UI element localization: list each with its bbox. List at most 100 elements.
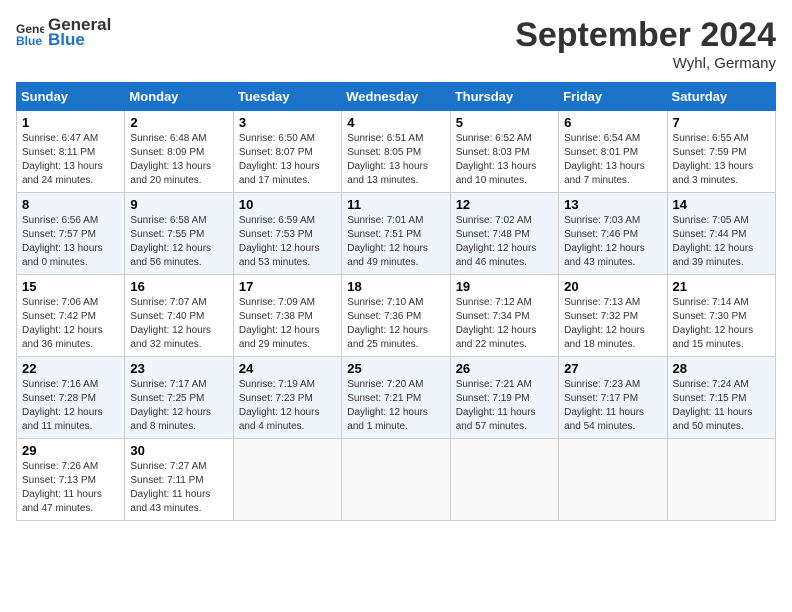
day-detail: Sunrise: 6:52 AMSunset: 8:03 PMDaylight:… (456, 133, 537, 186)
calendar-day-cell: 15 Sunrise: 7:06 AMSunset: 7:42 PMDayligh… (17, 275, 125, 357)
day-number: 16 (130, 279, 227, 294)
day-number: 7 (673, 115, 770, 130)
col-sunday: Sunday (17, 83, 125, 111)
day-detail: Sunrise: 7:10 AMSunset: 7:36 PMDaylight:… (347, 297, 428, 350)
day-number: 4 (347, 115, 444, 130)
calendar-day-cell: 14Sunrise: 7:05 AMSunset: 7:44 PMDayligh… (667, 193, 775, 275)
day-detail: Sunrise: 7:16 AMSunset: 7:28 PMDaylight:… (22, 379, 103, 432)
calendar-day-cell: 29Sunrise: 7:26 AMSunset: 7:13 PMDayligh… (17, 439, 125, 521)
day-number: 1 (22, 115, 119, 130)
calendar-week-row: 29Sunrise: 7:26 AMSunset: 7:13 PMDayligh… (17, 439, 776, 521)
calendar-day-cell: 4 Sunrise: 6:51 AMSunset: 8:05 PMDaylight… (342, 111, 450, 193)
calendar-day-cell: 11 Sunrise: 7:01 AMSunset: 7:51 PMDayligh… (342, 193, 450, 275)
calendar-day-cell: 30 Sunrise: 7:27 AMSunset: 7:11 PMDayligh… (125, 439, 233, 521)
svg-text:Blue: Blue (16, 34, 42, 47)
calendar-day-cell: 28Sunrise: 7:24 AMSunset: 7:15 PMDayligh… (667, 357, 775, 439)
day-number: 15 (22, 279, 119, 294)
calendar-week-row: 1Sunrise: 6:47 AMSunset: 8:11 PMDaylight… (17, 111, 776, 193)
calendar-week-row: 8 Sunrise: 6:56 AMSunset: 7:57 PMDaylight… (17, 193, 776, 275)
day-number: 17 (239, 279, 336, 294)
day-number: 19 (456, 279, 553, 294)
day-detail: Sunrise: 7:19 AMSunset: 7:23 PMDaylight:… (239, 379, 320, 432)
day-detail: Sunrise: 7:13 AMSunset: 7:32 PMDaylight:… (564, 297, 645, 350)
day-detail: Sunrise: 7:07 AMSunset: 7:40 PMDaylight:… (130, 297, 211, 350)
calendar-day-cell (450, 439, 558, 521)
calendar-week-row: 22 Sunrise: 7:16 AMSunset: 7:28 PMDayligh… (17, 357, 776, 439)
day-detail: Sunrise: 6:48 AMSunset: 8:09 PMDaylight:… (130, 133, 211, 186)
col-saturday: Saturday (667, 83, 775, 111)
day-detail: Sunrise: 6:56 AMSunset: 7:57 PMDaylight:… (22, 215, 103, 268)
month-title: September 2024 (515, 16, 776, 55)
day-detail: Sunrise: 7:14 AMSunset: 7:30 PMDaylight:… (673, 297, 754, 350)
day-detail: Sunrise: 7:06 AMSunset: 7:42 PMDaylight:… (22, 297, 103, 350)
day-detail: Sunrise: 6:51 AMSunset: 8:05 PMDaylight:… (347, 133, 428, 186)
col-wednesday: Wednesday (342, 83, 450, 111)
calendar-day-cell (342, 439, 450, 521)
calendar-day-cell: 26 Sunrise: 7:21 AMSunset: 7:19 PMDayligh… (450, 357, 558, 439)
day-number: 18 (347, 279, 444, 294)
calendar-day-cell: 16 Sunrise: 7:07 AMSunset: 7:40 PMDayligh… (125, 275, 233, 357)
day-detail: Sunrise: 7:09 AMSunset: 7:38 PMDaylight:… (239, 297, 320, 350)
day-detail: Sunrise: 7:17 AMSunset: 7:25 PMDaylight:… (130, 379, 211, 432)
day-detail: Sunrise: 6:59 AMSunset: 7:53 PMDaylight:… (239, 215, 320, 268)
day-number: 8 (22, 197, 119, 212)
day-number: 26 (456, 361, 553, 376)
col-tuesday: Tuesday (233, 83, 341, 111)
calendar-day-cell (233, 439, 341, 521)
day-detail: Sunrise: 7:21 AMSunset: 7:19 PMDaylight:… (456, 379, 536, 432)
calendar-day-cell: 17 Sunrise: 7:09 AMSunset: 7:38 PMDayligh… (233, 275, 341, 357)
col-thursday: Thursday (450, 83, 558, 111)
day-number: 3 (239, 115, 336, 130)
day-detail: Sunrise: 6:54 AMSunset: 8:01 PMDaylight:… (564, 133, 645, 186)
day-detail: Sunrise: 7:23 AMSunset: 7:17 PMDaylight:… (564, 379, 644, 432)
day-number: 27 (564, 361, 661, 376)
location-title: Wyhl, Germany (515, 55, 776, 72)
col-monday: Monday (125, 83, 233, 111)
day-detail: Sunrise: 6:50 AMSunset: 8:07 PMDaylight:… (239, 133, 320, 186)
calendar-day-cell: 23 Sunrise: 7:17 AMSunset: 7:25 PMDayligh… (125, 357, 233, 439)
calendar-day-cell: 22 Sunrise: 7:16 AMSunset: 7:28 PMDayligh… (17, 357, 125, 439)
day-detail: Sunrise: 7:02 AMSunset: 7:48 PMDaylight:… (456, 215, 537, 268)
day-number: 9 (130, 197, 227, 212)
day-detail: Sunrise: 6:58 AMSunset: 7:55 PMDaylight:… (130, 215, 211, 268)
calendar-day-cell (667, 439, 775, 521)
calendar-day-cell: 5 Sunrise: 6:52 AMSunset: 8:03 PMDaylight… (450, 111, 558, 193)
day-number: 5 (456, 115, 553, 130)
day-detail: Sunrise: 7:20 AMSunset: 7:21 PMDaylight:… (347, 379, 428, 432)
day-detail: Sunrise: 7:27 AMSunset: 7:11 PMDaylight:… (130, 461, 210, 514)
day-number: 25 (347, 361, 444, 376)
calendar-day-cell: 2Sunrise: 6:48 AMSunset: 8:09 PMDaylight… (125, 111, 233, 193)
day-number: 23 (130, 361, 227, 376)
header: General Blue General Blue September 2024… (16, 16, 776, 72)
day-number: 6 (564, 115, 661, 130)
calendar-day-cell: 27 Sunrise: 7:23 AMSunset: 7:17 PMDayligh… (559, 357, 667, 439)
calendar-day-cell (559, 439, 667, 521)
day-number: 22 (22, 361, 119, 376)
calendar-week-row: 15 Sunrise: 7:06 AMSunset: 7:42 PMDayligh… (17, 275, 776, 357)
calendar-day-cell: 20 Sunrise: 7:13 AMSunset: 7:32 PMDayligh… (559, 275, 667, 357)
calendar-day-cell: 25 Sunrise: 7:20 AMSunset: 7:21 PMDayligh… (342, 357, 450, 439)
col-friday: Friday (559, 83, 667, 111)
calendar-day-cell: 13Sunrise: 7:03 AMSunset: 7:46 PMDayligh… (559, 193, 667, 275)
calendar-day-cell: 1Sunrise: 6:47 AMSunset: 8:11 PMDaylight… (17, 111, 125, 193)
day-number: 12 (456, 197, 553, 212)
day-number: 20 (564, 279, 661, 294)
day-detail: Sunrise: 7:26 AMSunset: 7:13 PMDaylight:… (22, 461, 102, 514)
calendar-day-cell: 12 Sunrise: 7:02 AMSunset: 7:48 PMDayligh… (450, 193, 558, 275)
logo: General Blue General Blue (16, 16, 111, 49)
day-detail: Sunrise: 7:01 AMSunset: 7:51 PMDaylight:… (347, 215, 428, 268)
calendar-header-row: Sunday Monday Tuesday Wednesday Thursday… (17, 83, 776, 111)
day-number: 10 (239, 197, 336, 212)
calendar-day-cell: 7Sunrise: 6:55 AMSunset: 7:59 PMDaylight… (667, 111, 775, 193)
day-number: 21 (673, 279, 770, 294)
generalblue-icon: General Blue (16, 19, 44, 47)
day-number: 11 (347, 197, 444, 212)
logo-blue-text: Blue (48, 31, 111, 50)
day-detail: Sunrise: 7:05 AMSunset: 7:44 PMDaylight:… (673, 215, 754, 268)
calendar-day-cell: 21 Sunrise: 7:14 AMSunset: 7:30 PMDayligh… (667, 275, 775, 357)
calendar-day-cell: 24 Sunrise: 7:19 AMSunset: 7:23 PMDayligh… (233, 357, 341, 439)
day-number: 13 (564, 197, 661, 212)
calendar-day-cell: 18 Sunrise: 7:10 AMSunset: 7:36 PMDayligh… (342, 275, 450, 357)
day-number: 24 (239, 361, 336, 376)
day-number: 30 (130, 443, 227, 458)
